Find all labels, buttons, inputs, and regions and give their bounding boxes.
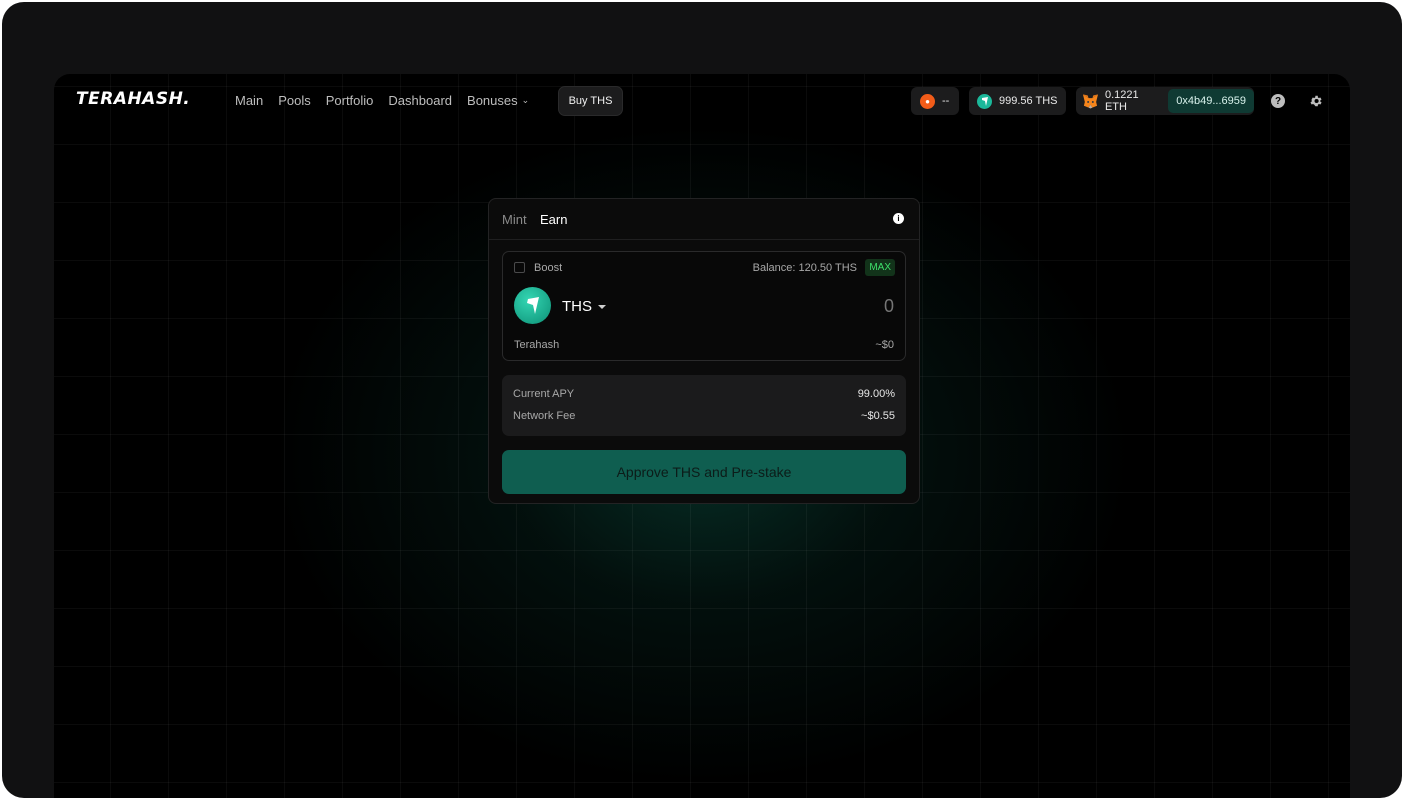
nav-item-label: Portfolio (325, 93, 374, 108)
gear-icon[interactable] (1309, 94, 1323, 108)
card-tabs: Mint Earn i (489, 199, 919, 240)
stat-label: Current APY (513, 388, 575, 400)
help-icon[interactable]: ? (1271, 94, 1285, 108)
token-symbol: THS (562, 298, 592, 315)
stats-box: Current APY 99.00% Network Fee ~$0.55 (502, 375, 906, 436)
nav-item-label: Main (235, 93, 264, 108)
approve-prestake-button[interactable]: Approve THS and Pre-stake (502, 450, 906, 494)
amount-input[interactable] (774, 294, 894, 318)
nav-item-label: Dashboard (388, 93, 453, 108)
balance-text: Balance: 120.50 THS (752, 262, 857, 274)
wallet-pill[interactable]: 0.1221 ETH 0x4b49...6959 (1076, 87, 1254, 115)
app-screen: TERAHASH. Main Pools Portfolio Dashboard… (54, 74, 1350, 798)
tab-mint[interactable]: Mint (502, 212, 527, 227)
usd-value: ~$0 (875, 339, 894, 351)
boost-checkbox[interactable] (514, 262, 525, 273)
points-pill[interactable]: ● -- (911, 87, 959, 115)
buy-ths-button[interactable]: Buy THS (558, 86, 623, 116)
boost-label: Boost (534, 262, 563, 274)
stat-value: ~$0.55 (861, 410, 895, 422)
ths-token-logo-icon (514, 287, 551, 324)
nav-item-main[interactable]: Main (235, 93, 263, 108)
ths-balance-value: 999.56 THS (999, 95, 1058, 107)
terahash-logo[interactable]: TERAHASH. (76, 89, 190, 109)
nav-item-dashboard[interactable]: Dashboard (388, 93, 452, 108)
stat-row-fee: Network Fee ~$0.55 (513, 410, 895, 422)
main-nav: Main Pools Portfolio Dashboard Bonuses ⌄ (235, 93, 544, 108)
metamask-fox-icon (1082, 94, 1099, 109)
wallet-address[interactable]: 0x4b49...6959 (1168, 89, 1254, 113)
tab-earn[interactable]: Earn (540, 212, 567, 227)
amount-input-box: Boost Balance: 120.50 THS MAX THS Teraha… (502, 251, 906, 361)
max-button[interactable]: MAX (865, 259, 895, 276)
token-full-name: Terahash (514, 339, 560, 351)
ths-token-icon (977, 93, 992, 109)
ths-balance-pill[interactable]: 999.56 THS (969, 87, 1066, 115)
nav-item-portfolio[interactable]: Portfolio (326, 93, 374, 108)
token-selector[interactable]: THS (562, 298, 606, 315)
info-icon[interactable]: i (893, 213, 904, 224)
points-icon: ● (920, 93, 935, 109)
nav-item-bonuses[interactable]: Bonuses ⌄ (467, 93, 529, 108)
top-header: TERAHASH. Main Pools Portfolio Dashboard… (54, 74, 1350, 130)
nav-item-label: Pools (278, 93, 311, 108)
nav-item-label: Bonuses (467, 93, 518, 108)
app-window: TERAHASH. Main Pools Portfolio Dashboard… (2, 2, 1402, 798)
stat-label: Network Fee (513, 410, 576, 422)
caret-down-icon (598, 304, 606, 309)
stat-value: 99.00% (857, 388, 895, 400)
chevron-down-icon: ⌄ (521, 95, 530, 105)
nav-item-pools[interactable]: Pools (278, 93, 311, 108)
stat-row-apy: Current APY 99.00% (513, 388, 895, 400)
points-value: -- (942, 95, 950, 107)
eth-balance-value: 0.1221 ETH (1104, 89, 1139, 113)
stake-card: Mint Earn i Boost Balance: 120.50 THS MA… (488, 198, 920, 504)
